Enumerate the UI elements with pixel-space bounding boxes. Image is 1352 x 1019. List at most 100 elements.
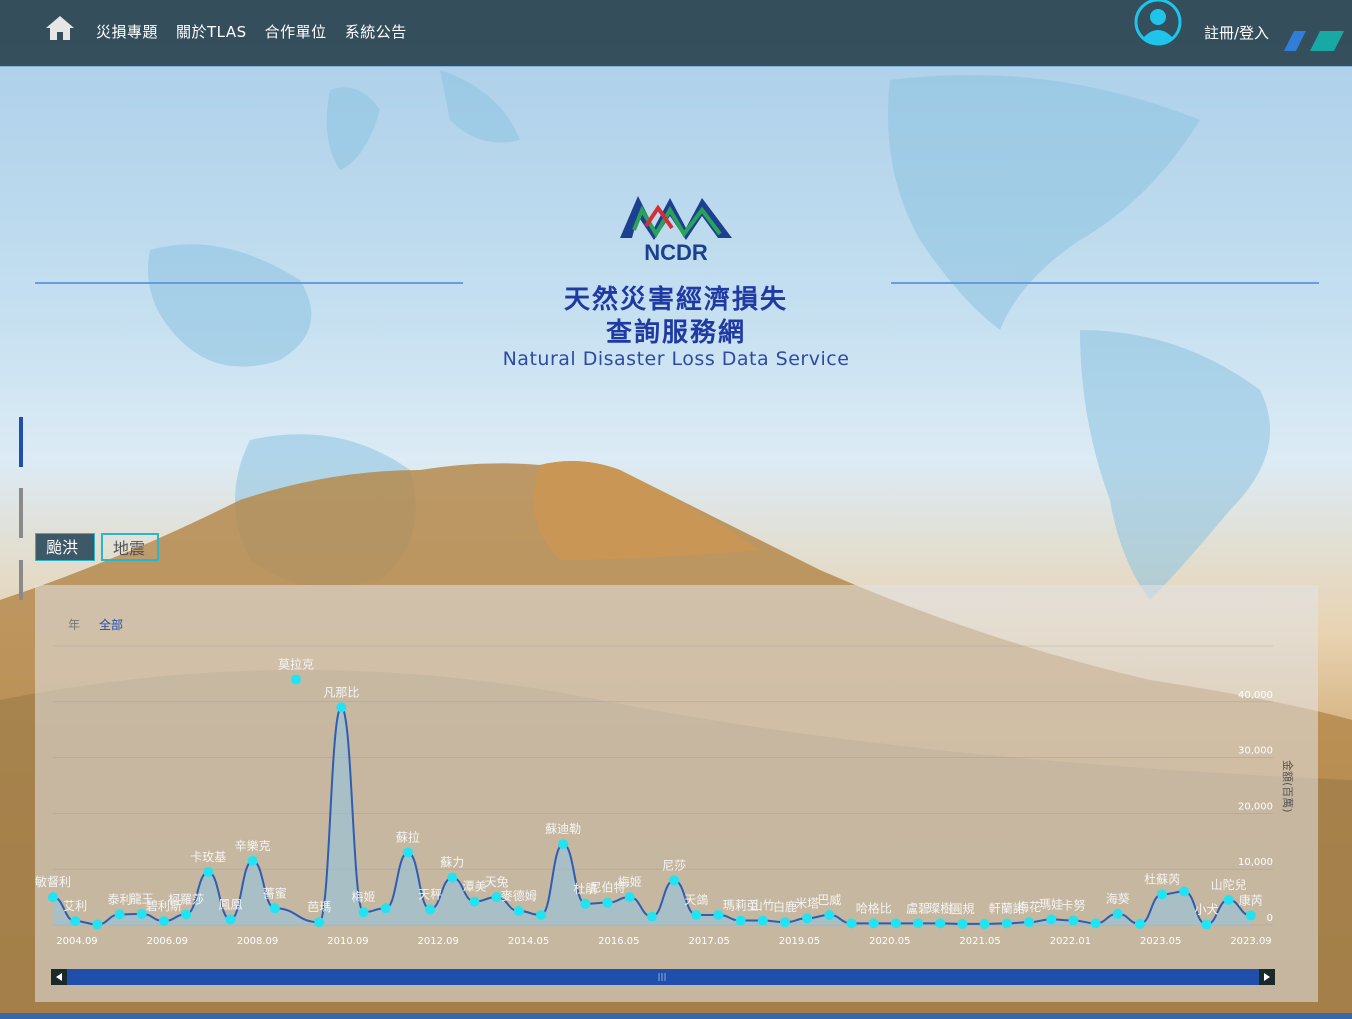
data-point[interactable] bbox=[757, 915, 768, 926]
data-point[interactable] bbox=[868, 918, 879, 929]
x-tick-label: 2016.05 bbox=[598, 936, 639, 947]
data-label: 尼莎 bbox=[662, 858, 686, 872]
x-tick-label: 2014.05 bbox=[508, 936, 549, 947]
data-point[interactable] bbox=[1024, 917, 1034, 928]
data-point[interactable] bbox=[580, 898, 591, 909]
x-tick-label: 2020.05 bbox=[869, 936, 910, 947]
data-point[interactable] bbox=[1112, 908, 1123, 919]
data-point[interactable] bbox=[48, 892, 58, 903]
data-point[interactable] bbox=[735, 915, 746, 926]
data-point[interactable] bbox=[402, 847, 413, 858]
data-label: 哈格比 bbox=[856, 900, 892, 915]
data-label: 山陀兒 bbox=[1211, 877, 1247, 892]
data-point[interactable] bbox=[314, 917, 325, 928]
data-label: 鳳凰 bbox=[218, 897, 242, 911]
y-tick-label: 30,000 bbox=[1238, 746, 1273, 757]
data-point[interactable] bbox=[646, 911, 657, 922]
data-point[interactable] bbox=[114, 909, 125, 920]
data-point[interactable] bbox=[957, 918, 968, 929]
data-point[interactable] bbox=[181, 909, 192, 920]
data-label: 卡努 bbox=[1061, 898, 1085, 913]
data-point[interactable] bbox=[225, 914, 236, 925]
data-point[interactable] bbox=[203, 866, 214, 877]
data-point[interactable] bbox=[536, 909, 546, 920]
data-label: 天鴿 bbox=[684, 893, 708, 907]
x-tick-label: 2019.05 bbox=[779, 936, 820, 947]
data-point[interactable] bbox=[890, 918, 901, 929]
data-point[interactable] bbox=[935, 918, 946, 929]
data-label: 梅姬 bbox=[352, 889, 376, 904]
data-label: 巴威 bbox=[817, 893, 841, 907]
data-point[interactable] bbox=[380, 903, 391, 914]
data-label: 梅花 bbox=[1017, 899, 1041, 914]
data-label: 艾利 bbox=[63, 899, 87, 913]
data-label: 圓規 bbox=[950, 901, 974, 916]
data-point[interactable] bbox=[425, 904, 436, 915]
scrollbar-thumb[interactable] bbox=[67, 969, 1259, 985]
data-label: 璨樹 bbox=[928, 901, 952, 915]
series-line bbox=[52, 706, 1251, 926]
x-tick-label: 2017.05 bbox=[688, 936, 729, 947]
data-point[interactable] bbox=[1201, 919, 1212, 930]
data-label: 泰利 bbox=[108, 892, 132, 906]
data-label: 蘇拉 bbox=[396, 829, 420, 844]
data-label: 薔蜜 bbox=[263, 885, 287, 900]
data-label: 梅姬 bbox=[618, 874, 642, 889]
y-axis-label: 金額(百萬) bbox=[1281, 760, 1295, 813]
data-label: 凡那比 bbox=[323, 685, 359, 699]
data-label: 盧碧 bbox=[906, 901, 930, 915]
data-point[interactable] bbox=[824, 909, 835, 920]
data-point[interactable] bbox=[158, 916, 169, 927]
data-label: 芭瑪 bbox=[307, 900, 331, 914]
x-tick-label: 2023.05 bbox=[1140, 936, 1181, 947]
data-point[interactable] bbox=[846, 918, 857, 929]
data-point[interactable] bbox=[1223, 894, 1234, 905]
data-point[interactable] bbox=[1001, 918, 1012, 929]
data-label: 康芮 bbox=[1239, 893, 1263, 908]
series-area bbox=[53, 707, 1251, 925]
data-point[interactable] bbox=[447, 872, 458, 883]
data-point[interactable] bbox=[1157, 889, 1168, 900]
y-tick-label: 20,000 bbox=[1238, 801, 1273, 812]
x-tick-label: 2010.09 bbox=[327, 936, 368, 947]
data-label: 卡玫基 bbox=[190, 849, 226, 864]
data-point[interactable] bbox=[979, 918, 990, 929]
data-label: 蘇迪勒 bbox=[545, 822, 581, 836]
data-label: 山竹 bbox=[751, 899, 775, 913]
data-point[interactable] bbox=[602, 897, 613, 908]
data-point[interactable] bbox=[558, 839, 569, 850]
data-point[interactable] bbox=[1090, 918, 1101, 929]
data-label: 小犬 bbox=[1194, 902, 1218, 916]
x-tick-label: 2021.05 bbox=[959, 936, 1000, 947]
data-label: 麥德姆 bbox=[501, 888, 537, 903]
data-point[interactable] bbox=[513, 906, 524, 917]
loss-chart: 010,00020,00030,00040,000金額(百萬)敏督利艾利 泰利龍王… bbox=[35, 645, 1295, 985]
data-point[interactable] bbox=[913, 918, 924, 929]
data-point[interactable] bbox=[291, 674, 301, 685]
data-label: 海葵 bbox=[1106, 891, 1130, 906]
data-point[interactable] bbox=[1245, 910, 1256, 921]
data-point[interactable] bbox=[247, 855, 258, 866]
data-point[interactable] bbox=[92, 919, 103, 930]
data-point[interactable] bbox=[1068, 915, 1079, 926]
data-point[interactable] bbox=[269, 903, 280, 914]
data-point[interactable] bbox=[469, 896, 480, 907]
y-tick-label: 40,000 bbox=[1238, 690, 1273, 701]
data-point[interactable] bbox=[669, 875, 680, 886]
x-tick-label: 2012.09 bbox=[418, 936, 459, 947]
data-point[interactable] bbox=[624, 892, 635, 903]
data-label: 瑪娃 bbox=[1039, 897, 1063, 911]
data-point[interactable] bbox=[70, 916, 81, 927]
data-point[interactable] bbox=[336, 702, 347, 713]
data-point[interactable] bbox=[691, 909, 702, 920]
data-point[interactable] bbox=[780, 917, 790, 928]
x-tick-label: 2006.09 bbox=[147, 936, 188, 947]
data-point[interactable] bbox=[1046, 914, 1057, 925]
data-point[interactable] bbox=[1134, 918, 1145, 929]
data-label: 柯羅莎 bbox=[168, 892, 204, 906]
data-label: 辛樂克 bbox=[235, 838, 271, 853]
data-point[interactable] bbox=[358, 907, 369, 918]
y-tick-label: 0 bbox=[1267, 913, 1273, 924]
data-point[interactable] bbox=[1179, 886, 1190, 897]
data-point[interactable] bbox=[802, 913, 813, 924]
